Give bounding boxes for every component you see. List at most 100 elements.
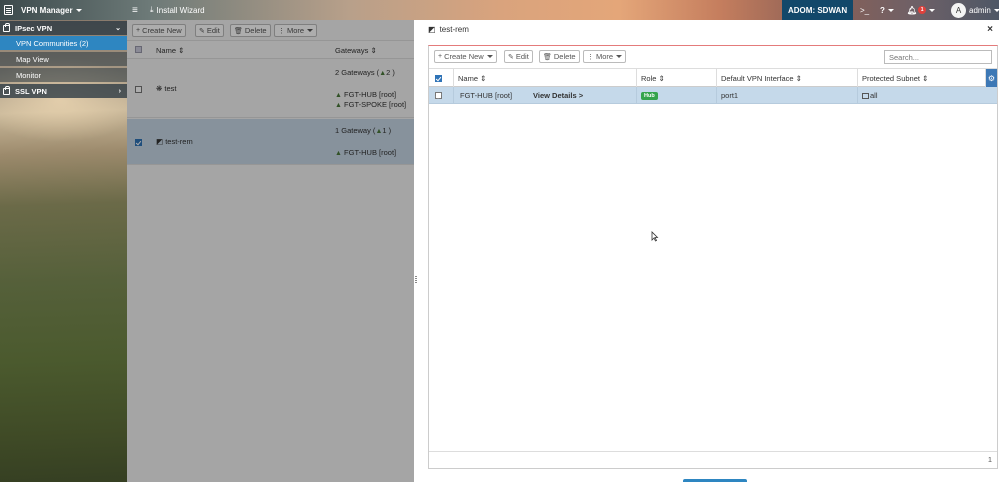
create-new-button[interactable]: + Create New <box>434 50 497 63</box>
table-row[interactable]: ❋ test 2 Gateways (▲2 ) ▲ FGT-HUB [root]… <box>127 59 414 118</box>
detail-toolbar: + Create New ✎ Edit 🗑︎ Delete ⋮ More <box>429 46 997 68</box>
row-name: ❋ test <box>156 84 176 93</box>
gateway-grid-panel: +Create New ✎Edit 🗑︎Delete ⋮More Name ⇕ … <box>428 45 998 469</box>
chevron-down-icon <box>993 8 999 12</box>
up-arrow-icon: ▲ <box>335 92 342 99</box>
row-checkbox-cell <box>429 87 454 104</box>
more-label: More <box>596 52 614 61</box>
list-toolbar: + Create New ✎ Edit 🗑︎ Delete ⋮ More <box>127 20 414 41</box>
more-label: More <box>287 26 305 35</box>
more-button[interactable]: ⋮ More <box>274 24 318 37</box>
notifications-menu[interactable]: 🔔︎ 1 <box>907 0 936 20</box>
column-header-name[interactable]: Name ⇕ <box>454 69 637 88</box>
community-detail-drawer: ◩ test-rem × + Create New ✎ Edit 🗑︎ Delete … <box>419 20 999 482</box>
more-button[interactable]: ⋮ More <box>583 50 627 63</box>
plus-icon: + <box>438 53 443 60</box>
install-wizard-button[interactable]: ⤓ Install Wizard <box>150 0 205 20</box>
lock-icon <box>3 22 10 32</box>
drag-handle-icon[interactable] <box>415 276 417 284</box>
drawer-title-text: test-rem <box>439 25 469 34</box>
row-checkbox[interactable] <box>135 139 142 146</box>
delete-button[interactable]: 🗑︎ Delete <box>230 24 271 37</box>
role-badge: Hub <box>641 91 658 100</box>
sidebar-item-ssl-vpn[interactable]: SSL VPN › <box>0 84 127 98</box>
sort-icon: ⇕ <box>370 46 377 55</box>
up-arrow-icon: ▲ <box>335 102 342 109</box>
column-name-label: Name <box>458 74 479 83</box>
column-subnet-label: Protected Subnet <box>862 74 920 83</box>
chevron-down-icon <box>929 8 936 12</box>
sidebar: IPsec VPN ⌄ VPN Communities (2) Map View… <box>0 20 127 482</box>
install-wizard-label: Install Wizard <box>156 5 205 15</box>
select-all-checkbox[interactable] <box>435 75 442 82</box>
row-interface-cell: port1 <box>717 87 858 104</box>
edit-button[interactable]: ✎ Edit <box>504 50 533 63</box>
user-menu[interactable]: A admin <box>951 0 999 20</box>
select-all-cell <box>429 69 454 88</box>
more-icon: ⋮ <box>278 27 285 35</box>
view-details-link[interactable]: View Details > <box>533 91 583 100</box>
chevron-down-icon <box>486 55 493 58</box>
cli-console-icon[interactable]: >_ <box>860 0 869 20</box>
plus-icon: + <box>136 27 141 34</box>
gateway-count: 1 <box>382 126 387 135</box>
sidebar-item-monitor[interactable]: Monitor <box>0 68 127 82</box>
sidebar-item-ipsec-vpn[interactable]: IPsec VPN ⌄ <box>0 21 127 35</box>
column-header-subnet[interactable]: Protected Subnet ⇕ <box>858 69 986 88</box>
trash-icon: 🗑︎ <box>234 27 243 35</box>
avatar: A <box>951 2 966 18</box>
close-icon[interactable]: × <box>987 24 993 35</box>
install-icon: ⤓ <box>150 5 154 14</box>
adom-selector[interactable]: ADOM: SDWAN <box>782 0 854 20</box>
username: admin <box>969 5 991 15</box>
select-all-checkbox[interactable] <box>135 46 142 53</box>
delete-label: Delete <box>244 26 267 35</box>
list-header: Name ⇕ Gateways ⇕ <box>127 41 414 59</box>
more-icon: ⋮ <box>587 53 594 61</box>
column-header-name[interactable]: Name ⇕ <box>156 46 184 55</box>
sidebar-item-vpn-communities[interactable]: VPN Communities (2) <box>0 36 127 50</box>
app-menu[interactable]: VPN Manager <box>4 0 82 20</box>
gateway-name: FGT-SPOKE [root] <box>344 100 407 109</box>
grid-header: Name ⇕ Role ⇕ Default VPN Interface ⇕ Pr… <box>429 68 997 88</box>
subnet-text: all <box>870 91 878 100</box>
sidebar-item-label: IPsec VPN <box>15 23 53 33</box>
sidebar-item-label: SSL VPN <box>15 86 47 96</box>
drawer-title: ◩ test-rem <box>428 25 469 34</box>
chevron-down-icon: ⌄ <box>115 25 121 32</box>
gateway-summary-text: 2 Gateways ( <box>335 68 380 77</box>
column-gateways-label: Gateways <box>335 46 369 55</box>
row-checkbox[interactable] <box>435 92 442 99</box>
hamburger-menu-icon[interactable]: ≡ <box>132 0 138 20</box>
delete-button[interactable]: 🗑︎ Delete <box>539 50 580 63</box>
table-row[interactable]: FGT-HUB [root] View Details > Hub port1 … <box>429 87 997 104</box>
table-row[interactable]: ◩ test-rem 1 Gateway (▲1 ) ▲ FGT-HUB [ro… <box>127 119 414 165</box>
column-header-interface[interactable]: Default VPN Interface ⇕ <box>717 69 858 88</box>
gear-icon[interactable]: ⚙ <box>986 69 997 88</box>
meshed-topology-icon: ◩ <box>156 137 164 146</box>
meshed-topology-icon: ◩ <box>428 25 436 34</box>
edit-button[interactable]: ✎ Edit <box>195 24 224 37</box>
edit-icon: ✎ <box>508 53 514 61</box>
create-new-label: Create New <box>142 26 182 35</box>
chevron-right-icon: › <box>118 87 121 95</box>
row-name-text: FGT-HUB [root] <box>460 91 513 100</box>
chevron-down-icon <box>307 29 314 32</box>
help-menu[interactable]: ? <box>880 0 894 20</box>
gateway-summary-suffix: ) <box>388 126 392 135</box>
trash-icon: 🗑︎ <box>543 53 552 61</box>
adom-label: ADOM: SDWAN <box>788 5 848 15</box>
chevron-down-icon <box>616 55 623 58</box>
edit-label: Edit <box>515 52 529 61</box>
notification-badge: 1 <box>918 6 927 14</box>
row-checkbox[interactable] <box>135 86 142 93</box>
search-input[interactable] <box>884 50 992 64</box>
footer-divider <box>429 451 997 452</box>
column-name-label: Name <box>156 46 177 55</box>
sort-icon: ⇕ <box>178 46 185 55</box>
create-new-button[interactable]: + Create New <box>132 24 186 37</box>
column-header-gateways[interactable]: Gateways ⇕ <box>335 46 377 55</box>
sidebar-item-map-view[interactable]: Map View <box>0 52 127 66</box>
sidebar-item-label: VPN Communities (2) <box>16 38 89 48</box>
column-header-role[interactable]: Role ⇕ <box>637 69 717 88</box>
